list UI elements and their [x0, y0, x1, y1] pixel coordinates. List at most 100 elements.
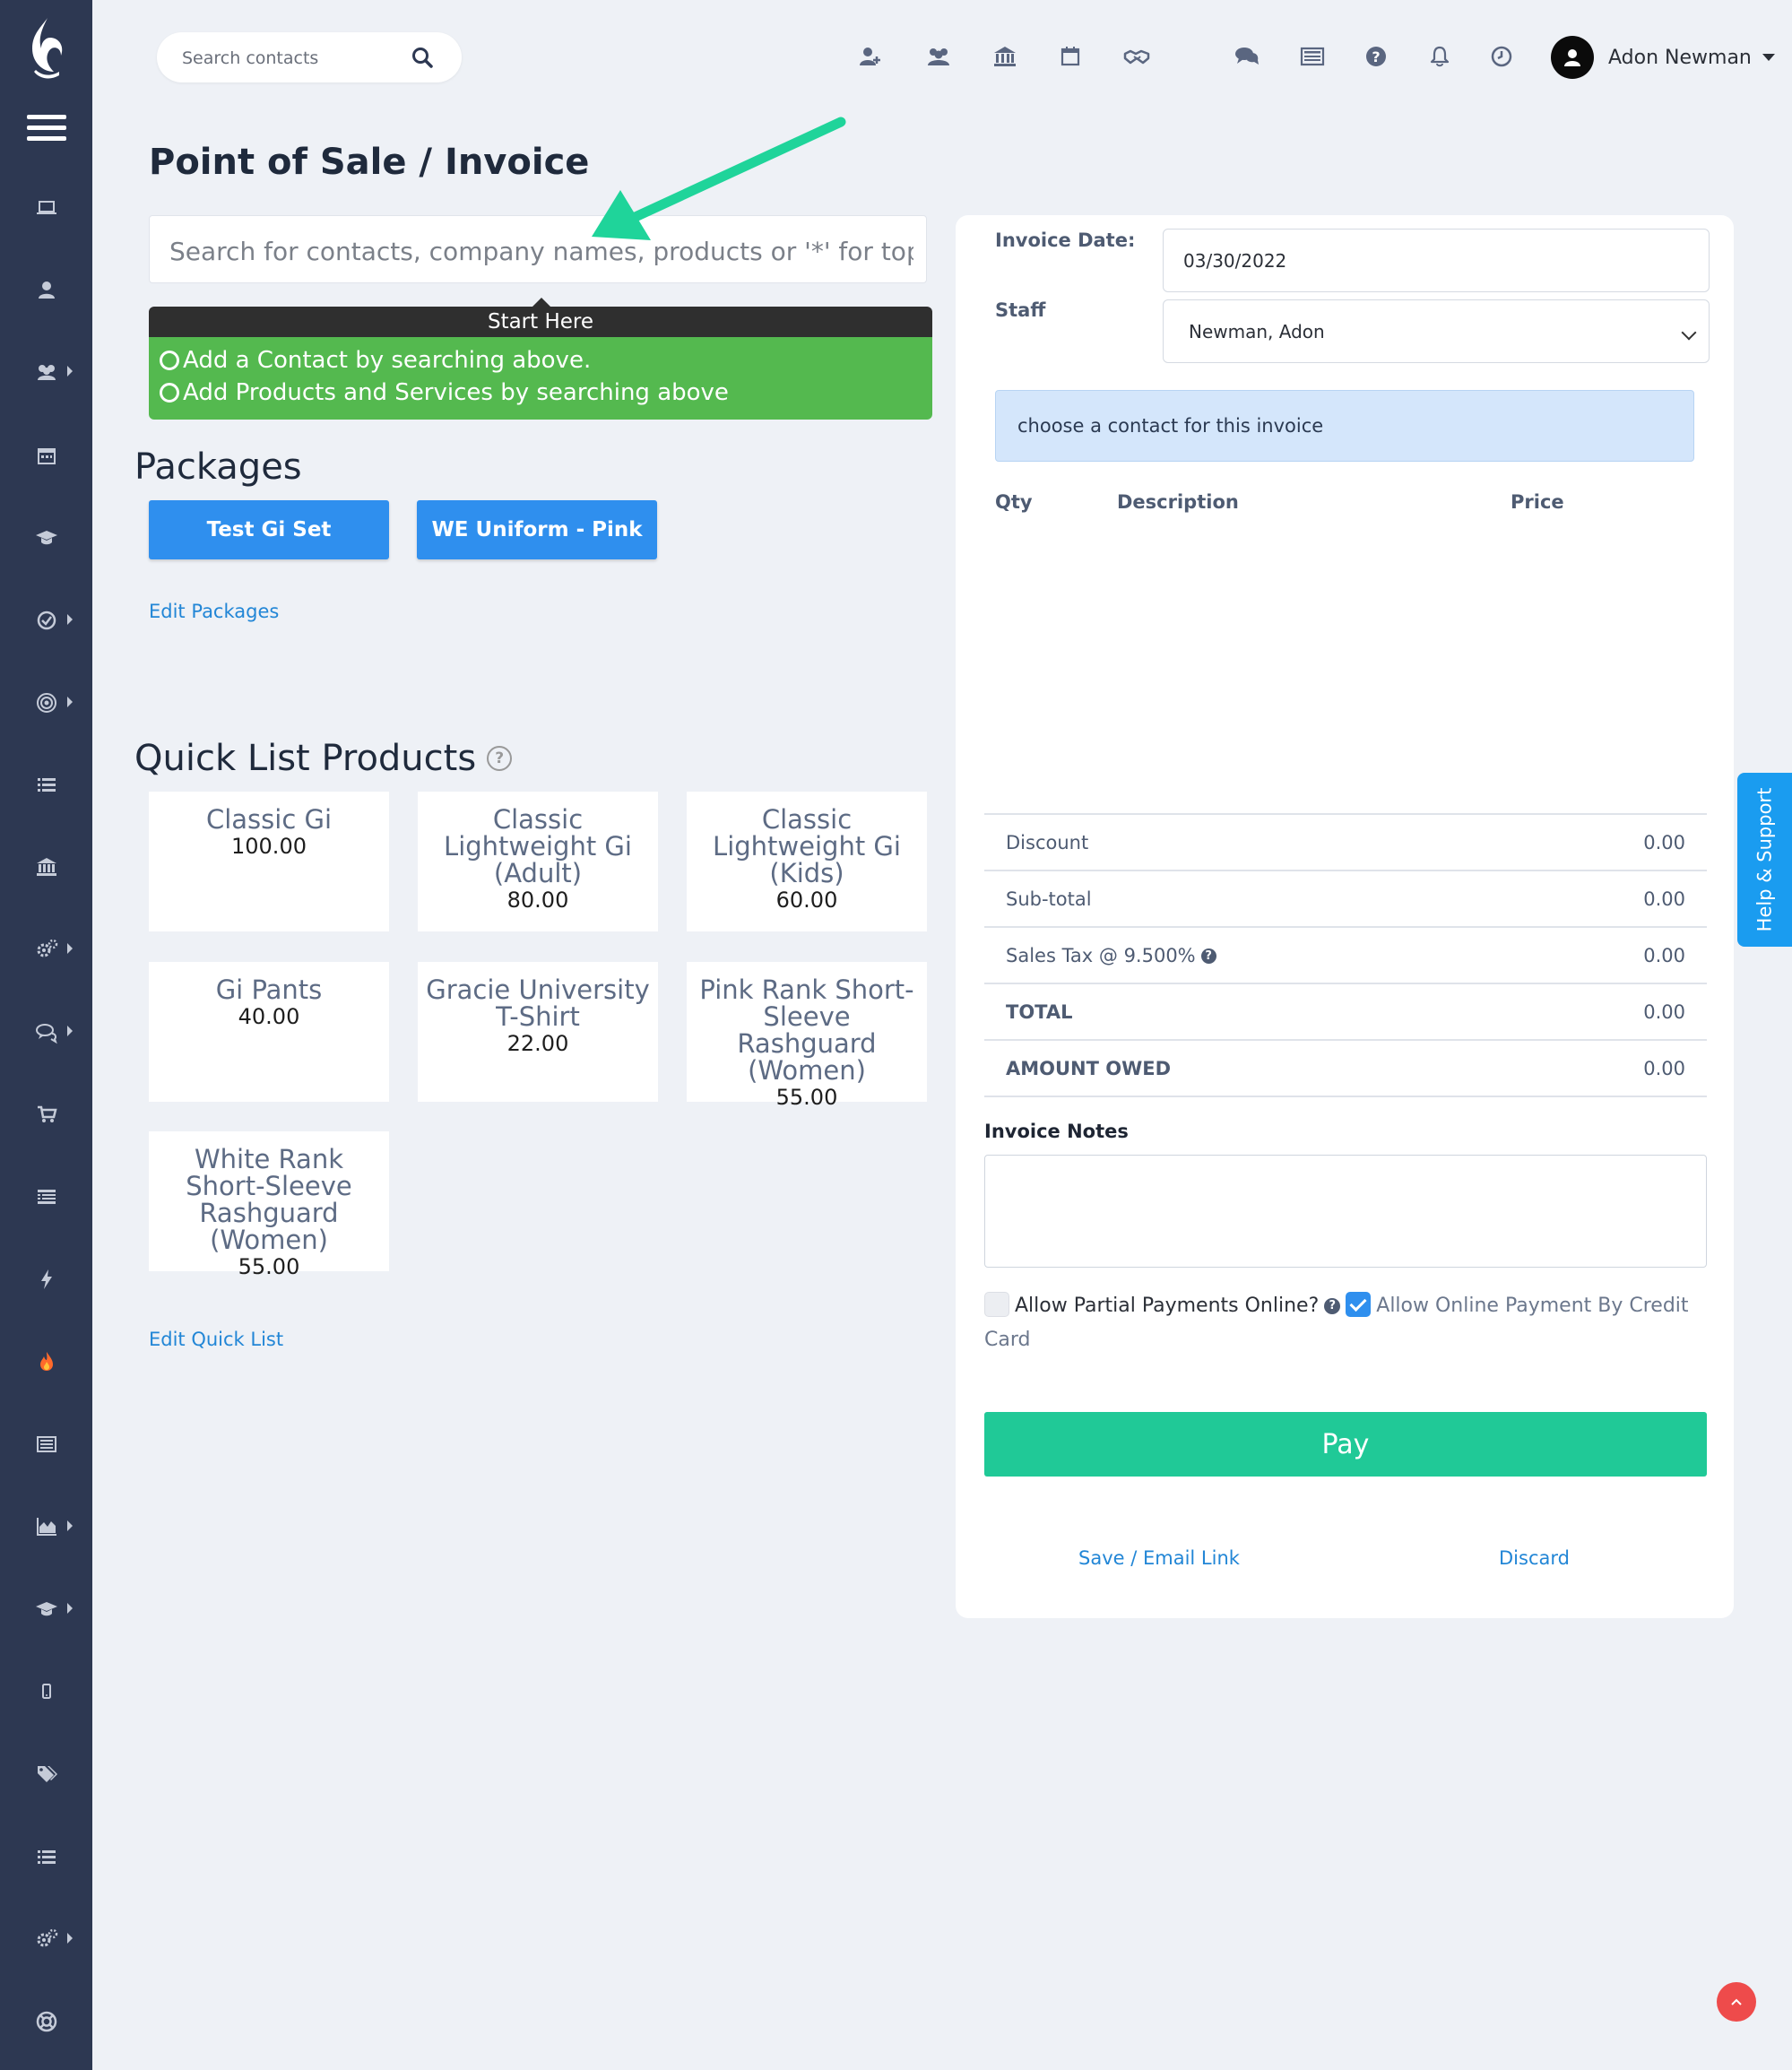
- sidebar-item-billing[interactable]: [0, 844, 92, 889]
- package-button[interactable]: Test Gi Set: [149, 500, 389, 559]
- staff-select[interactable]: Newman, Adon: [1163, 299, 1710, 363]
- quick-product-card[interactable]: Classic Lightweight Gi (Kids) 60.00: [687, 792, 927, 931]
- total-value: 0.00: [1643, 831, 1685, 853]
- product-name: Classic Lightweight Gi (Adult): [444, 804, 632, 888]
- sidebar-item-lists[interactable]: [0, 762, 92, 807]
- total-value: 0.00: [1643, 888, 1685, 910]
- product-name: Gi Pants: [215, 974, 323, 1005]
- edit-packages-link[interactable]: Edit Packages: [149, 601, 279, 622]
- user-menu[interactable]: Adon Newman: [1551, 34, 1775, 81]
- sidebar-item-newsletter[interactable]: [0, 1422, 92, 1467]
- quick-product-card[interactable]: Classic Lightweight Gi (Adult) 80.00: [418, 792, 658, 931]
- total-label: AMOUNT OWED: [1006, 1057, 1172, 1079]
- help-support-tab[interactable]: Help & Support: [1737, 773, 1792, 947]
- expand-caret-icon: [67, 366, 73, 377]
- discard-link[interactable]: Discard: [1499, 1547, 1570, 1569]
- groups-button[interactable]: [923, 41, 954, 72]
- list-icon: [37, 778, 56, 792]
- chat-icon: [35, 1024, 57, 1044]
- edit-quick-list-link[interactable]: Edit Quick List: [149, 1329, 283, 1350]
- hamburger-menu-icon[interactable]: [27, 115, 66, 143]
- total-row-total: TOTAL 0.00: [984, 983, 1707, 1039]
- history-button[interactable]: [1486, 41, 1517, 72]
- sidebar-item-goals[interactable]: [0, 680, 92, 725]
- contact-alert-text: choose a contact for this invoice: [1017, 415, 1324, 437]
- sidebar-item-support[interactable]: [0, 1999, 92, 2044]
- total-row-amount-owed: AMOUNT OWED 0.00: [984, 1039, 1707, 1097]
- add-contact-button[interactable]: [855, 41, 886, 72]
- sidebar-item-reports[interactable]: [0, 1504, 92, 1549]
- sidebar-item-attendance[interactable]: [0, 598, 92, 643]
- package-button[interactable]: WE Uniform - Pink: [417, 500, 657, 559]
- calendar-button[interactable]: [1055, 41, 1086, 72]
- quick-list-heading: Quick List Products ?: [134, 738, 513, 779]
- user-icon: [38, 281, 55, 299]
- invoice-date-field[interactable]: 03/30/2022: [1163, 229, 1710, 292]
- bolt-icon: [40, 1269, 52, 1289]
- sidebar-item-mobile[interactable]: [0, 1669, 92, 1714]
- sidebar-item-training[interactable]: [0, 1587, 92, 1632]
- expand-caret-icon: [67, 943, 73, 954]
- partial-payments-checkbox[interactable]: [984, 1292, 1009, 1317]
- question-circle-icon[interactable]: ?: [1200, 948, 1216, 964]
- credit-card-payment-checkbox[interactable]: [1346, 1292, 1372, 1317]
- sidebar-item-calendar[interactable]: [0, 433, 92, 478]
- quick-product-card[interactable]: Gracie University T-Shirt 22.00: [418, 962, 658, 1102]
- newsletter-button[interactable]: [1297, 41, 1328, 72]
- sidebar-item-automation[interactable]: [0, 927, 92, 972]
- total-row-subtotal: Sub-total 0.00: [984, 870, 1707, 926]
- caret-down-icon: [1762, 54, 1775, 61]
- packages-heading: Packages: [134, 446, 302, 488]
- sidebar-item-settings[interactable]: [0, 1917, 92, 1962]
- help-button[interactable]: ?: [1361, 41, 1391, 72]
- cogs-icon: [37, 939, 57, 957]
- users-icon: [37, 365, 56, 380]
- quick-product-card[interactable]: Gi Pants 40.00: [149, 962, 389, 1102]
- calendar-icon: [1060, 47, 1080, 66]
- product-price: 55.00: [238, 1254, 300, 1279]
- payment-options: Allow Partial Payments Online?? Allow Onl…: [984, 1289, 1701, 1357]
- sidebar-item-reports-list[interactable]: [0, 1174, 92, 1219]
- life-ring-icon: [36, 2011, 56, 2032]
- sidebar-item-messages[interactable]: [0, 1009, 92, 1054]
- user-name: Adon Newman: [1608, 46, 1752, 69]
- sidebar-item-actions[interactable]: [0, 1257, 92, 1302]
- sidebar-item-hot[interactable]: [0, 1339, 92, 1384]
- contact-alert: choose a contact for this invoice: [995, 390, 1694, 462]
- list-alt-icon: [37, 1190, 56, 1204]
- invoice-notes-textarea[interactable]: [984, 1155, 1707, 1268]
- save-email-link[interactable]: Save / Email Link: [1078, 1547, 1240, 1569]
- sidebar-item-classes[interactable]: [0, 515, 92, 560]
- messages-button[interactable]: [1232, 41, 1262, 72]
- quick-product-card[interactable]: Pink Rank Short-Sleeve Rashguard (Women)…: [687, 962, 927, 1110]
- pay-button[interactable]: Pay: [984, 1412, 1707, 1477]
- sidebar-item-tags[interactable]: [0, 1752, 92, 1797]
- start-step: Add a Contact by searching above.: [160, 344, 923, 377]
- sidebar: [0, 0, 92, 2070]
- total-row-sales-tax: Sales Tax @ 9.500%? 0.00: [984, 926, 1707, 983]
- sidebar-item-contacts[interactable]: [0, 267, 92, 312]
- billing-button[interactable]: [990, 41, 1020, 72]
- page-title: Point of Sale / Invoice: [149, 142, 590, 183]
- tags-icon: [37, 1766, 57, 1782]
- comments-icon: [1235, 48, 1259, 65]
- deals-button[interactable]: [1121, 41, 1152, 72]
- users-icon: [928, 48, 949, 65]
- sidebar-item-checklist[interactable]: [0, 1834, 92, 1879]
- notifications-button[interactable]: [1424, 41, 1455, 72]
- clock-icon: [1491, 46, 1512, 67]
- price-column-header: Price: [1511, 491, 1564, 513]
- question-circle-icon[interactable]: ?: [1324, 1298, 1341, 1314]
- contact-search-bar: [157, 32, 462, 82]
- quick-product-card[interactable]: White Rank Short-Sleeve Rashguard (Women…: [149, 1131, 389, 1279]
- sidebar-item-groups[interactable]: [0, 350, 92, 394]
- app-logo[interactable]: [23, 16, 68, 79]
- quick-product-card[interactable]: Classic Gi 100.00: [149, 792, 389, 931]
- scroll-to-top-button[interactable]: [1717, 1982, 1756, 2022]
- sidebar-item-store[interactable]: [0, 1092, 92, 1137]
- search-contacts-input[interactable]: [180, 45, 408, 72]
- search-icon[interactable]: [410, 45, 435, 70]
- question-circle-icon[interactable]: ?: [487, 746, 513, 771]
- sidebar-item-dashboard[interactable]: [0, 186, 92, 230]
- cogs-icon: [37, 1928, 57, 1947]
